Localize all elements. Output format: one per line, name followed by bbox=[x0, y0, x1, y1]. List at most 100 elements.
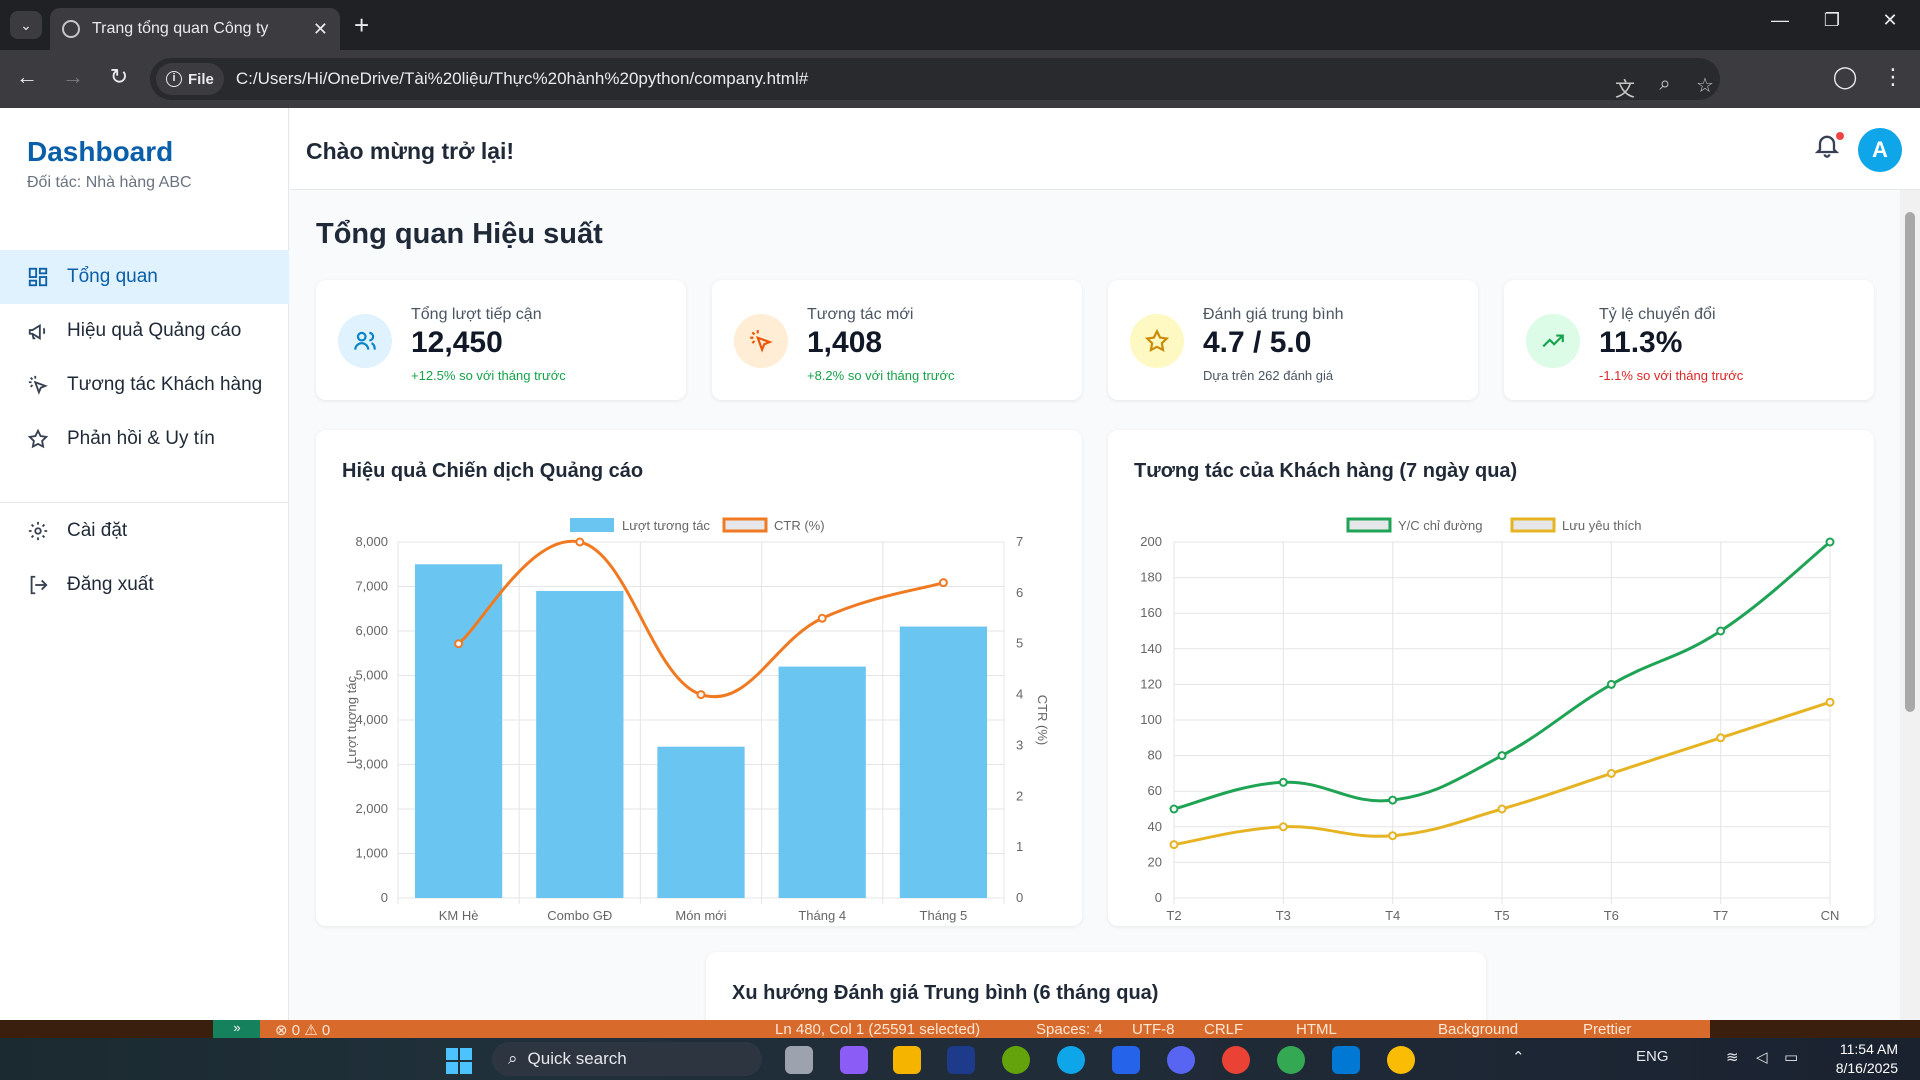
file-chip-label: File bbox=[188, 70, 214, 88]
y-tick-label: 3,000 bbox=[355, 757, 388, 772]
x-tick-label: T3 bbox=[1276, 908, 1291, 923]
database-tool-icon[interactable] bbox=[1112, 1046, 1140, 1074]
cursor-position[interactable]: Ln 480, Col 1 (25591 selected) bbox=[775, 1021, 980, 1038]
browser-tab[interactable]: Trang tổng quan Công ty ✕ bbox=[50, 8, 340, 50]
scrollbar-thumb[interactable] bbox=[1905, 212, 1915, 712]
close-window-button[interactable]: ✕ bbox=[1870, 10, 1910, 31]
legend-swatch bbox=[722, 517, 768, 533]
minimize-window-button[interactable]: — bbox=[1760, 10, 1800, 31]
clock-date: 8/16/2025 bbox=[1835, 1060, 1898, 1076]
stat-icon-wrap bbox=[338, 314, 392, 368]
tab-title: Trang tổng quan Công ty bbox=[92, 20, 269, 37]
page-scrollbar[interactable] bbox=[1900, 190, 1920, 1020]
y2-tick-label: 3 bbox=[1016, 737, 1023, 752]
info-icon: i bbox=[166, 71, 182, 87]
language-indicator[interactable]: ENG bbox=[1636, 1048, 1669, 1065]
back-button[interactable]: ← bbox=[12, 64, 42, 90]
gear-icon bbox=[28, 521, 48, 541]
stat-label: Đánh giá trung bình bbox=[1203, 306, 1344, 323]
battery-icon[interactable]: ▭ bbox=[1784, 1048, 1798, 1066]
chrome-icon[interactable] bbox=[1387, 1046, 1415, 1074]
data-point bbox=[454, 639, 464, 649]
copilot-icon[interactable] bbox=[840, 1046, 868, 1074]
vscode-icon[interactable] bbox=[1332, 1046, 1360, 1074]
y-tick-label: 180 bbox=[1140, 570, 1162, 585]
file-explorer-icon[interactable] bbox=[893, 1046, 921, 1074]
sidebar-item-ads[interactable]: Hiệu quả Quảng cáo bbox=[0, 304, 289, 358]
data-point bbox=[1278, 822, 1288, 832]
chevron-up-icon[interactable]: ⌃ bbox=[1512, 1048, 1525, 1066]
app-green-icon[interactable] bbox=[1002, 1046, 1030, 1074]
y-tick-label: 80 bbox=[1148, 748, 1162, 763]
welcome-text: Chào mừng trở lại! bbox=[306, 138, 515, 164]
stat-value: 4.7 / 5.0 bbox=[1203, 326, 1312, 359]
stat-label: Tổng lượt tiếp cận bbox=[411, 306, 542, 323]
encoding-indicator[interactable]: UTF-8 bbox=[1132, 1021, 1175, 1038]
app-l-icon[interactable] bbox=[947, 1046, 975, 1074]
sidebar-item-engagement[interactable]: Tương tác Khách hàng bbox=[0, 358, 289, 412]
prettier-indicator[interactable]: Prettier bbox=[1583, 1021, 1631, 1038]
reload-button[interactable]: ↻ bbox=[104, 64, 134, 90]
x-tick-label: CN bbox=[1821, 908, 1840, 923]
wifi-icon[interactable]: ≋ bbox=[1726, 1048, 1739, 1066]
stat-value: 11.3% bbox=[1599, 326, 1683, 359]
sidebar-item-settings[interactable]: Cài đặt bbox=[0, 504, 289, 558]
data-point bbox=[1497, 804, 1507, 814]
taskbar-search[interactable]: ⌕ Quick search bbox=[492, 1042, 762, 1076]
translate-icon[interactable]: 文 bbox=[1610, 73, 1640, 102]
avatar[interactable]: A bbox=[1858, 128, 1902, 172]
sidebar-item-overview[interactable]: Tổng quan bbox=[0, 250, 289, 304]
sidebar-item-feedback[interactable]: Phản hồi & Uy tín bbox=[0, 412, 289, 466]
y-tick-label: 5,000 bbox=[355, 668, 388, 683]
url-text[interactable]: C:/Users/Hi/OneDrive/Tài%20liệu/Thực%20h… bbox=[236, 69, 808, 89]
eol-indicator[interactable]: CRLF bbox=[1204, 1021, 1243, 1038]
star-icon[interactable]: ☆ bbox=[1690, 73, 1720, 98]
legend-swatch bbox=[570, 518, 614, 532]
menu-icon[interactable]: ⋮ bbox=[1878, 64, 1908, 90]
stat-icon-wrap bbox=[1526, 314, 1580, 368]
data-point bbox=[1825, 697, 1835, 707]
close-tab-icon[interactable]: ✕ bbox=[313, 19, 328, 40]
chrome-profile-icon[interactable] bbox=[1222, 1046, 1250, 1074]
legend-label: Lưu yêu thích bbox=[1562, 518, 1642, 533]
x-tick-label: T6 bbox=[1604, 908, 1619, 923]
forward-button[interactable]: → bbox=[58, 64, 88, 90]
restore-window-button[interactable]: ❐ bbox=[1812, 10, 1852, 31]
language-mode[interactable]: HTML bbox=[1296, 1021, 1337, 1038]
stat-icon-wrap bbox=[1130, 314, 1184, 368]
sidebar-item-logout[interactable]: Đăng xuất bbox=[0, 558, 289, 612]
sidebar: Dashboard Đối tác: Nhà hàng ABC Tổng qua… bbox=[0, 108, 289, 1020]
task-view-icon[interactable] bbox=[785, 1046, 813, 1074]
stat-label: Tương tác mới bbox=[807, 306, 914, 323]
stat-icon-wrap bbox=[734, 314, 788, 368]
legend-swatch bbox=[1510, 517, 1556, 533]
brand-title[interactable]: Dashboard bbox=[27, 136, 173, 168]
chrome-profile-icon[interactable] bbox=[1277, 1046, 1305, 1074]
sidebar-item-label: Phản hồi & Uy tín bbox=[67, 428, 215, 449]
discord-icon[interactable] bbox=[1167, 1046, 1195, 1074]
zoom-icon[interactable]: ⌕ bbox=[1650, 73, 1680, 96]
windows-start-icon[interactable] bbox=[446, 1048, 472, 1074]
data-point bbox=[1278, 777, 1288, 787]
sidebar-item-label: Tổng quan bbox=[67, 266, 158, 287]
x-tick-label: T4 bbox=[1385, 908, 1400, 923]
site-info-chip[interactable]: i File bbox=[156, 63, 224, 95]
volume-icon[interactable]: ◁ bbox=[1756, 1048, 1768, 1066]
profile-icon[interactable]: ◯ bbox=[1830, 64, 1860, 90]
remote-indicator[interactable]: » bbox=[213, 1020, 261, 1038]
address-bar[interactable]: i File C:/Users/Hi/OneDrive/Tài%20liệu/T… bbox=[150, 58, 1720, 102]
problems-indicator[interactable]: ⊗ 0 ⚠ 0 bbox=[275, 1021, 330, 1038]
x-tick-label: Món mới bbox=[675, 908, 726, 923]
y2-tick-label: 6 bbox=[1016, 585, 1023, 600]
tab-search-button[interactable]: ⌄ bbox=[10, 11, 42, 39]
clock[interactable]: 11:54 AM 8/16/2025 bbox=[1818, 1040, 1898, 1078]
grid-icon bbox=[28, 267, 48, 287]
background-extension[interactable]: Background bbox=[1438, 1021, 1518, 1038]
edge-icon[interactable] bbox=[1057, 1046, 1085, 1074]
data-point bbox=[1606, 679, 1616, 689]
search-label: Quick search bbox=[527, 1049, 627, 1068]
sidebar-item-label: Đăng xuất bbox=[67, 574, 154, 595]
new-tab-button[interactable]: + bbox=[354, 10, 369, 40]
indent-setting[interactable]: Spaces: 4 bbox=[1036, 1021, 1103, 1038]
sidebar-item-label: Cài đặt bbox=[67, 520, 128, 541]
